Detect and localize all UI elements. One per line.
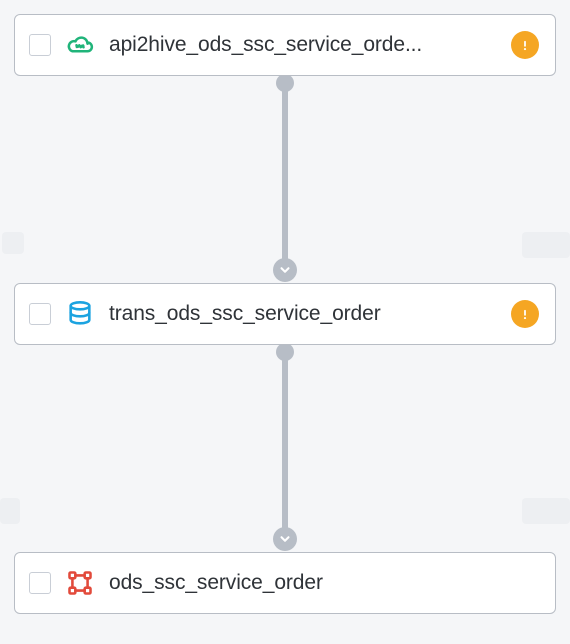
background-artifact (2, 232, 24, 254)
topology-icon (65, 568, 95, 598)
node-checkbox[interactable] (29, 34, 51, 56)
background-artifact (522, 498, 570, 524)
status-warning-badge (511, 300, 539, 328)
exclamation-icon (518, 307, 532, 321)
connector-arrow-down (273, 527, 297, 551)
status-warning-badge (511, 31, 539, 59)
node-checkbox[interactable] (29, 572, 51, 594)
background-artifact (0, 498, 20, 524)
background-artifact (522, 232, 570, 258)
dag-node-trans[interactable]: trans_ods_ssc_service_order (14, 283, 556, 345)
dag-node-api2hive[interactable]: api2hive_ods_ssc_service_orde... (14, 14, 556, 76)
database-icon (65, 299, 95, 329)
connector-line (282, 82, 288, 262)
chevron-down-icon (278, 532, 292, 546)
node-label: trans_ods_ssc_service_order (109, 302, 497, 326)
connector-arrow-down (273, 258, 297, 282)
node-label: ods_ssc_service_order (109, 571, 539, 595)
chevron-down-icon (278, 263, 292, 277)
node-label: api2hive_ods_ssc_service_orde... (109, 33, 497, 57)
exclamation-icon (518, 38, 532, 52)
cloud-sync-icon (65, 30, 95, 60)
dag-node-ods[interactable]: ods_ssc_service_order (14, 552, 556, 614)
node-checkbox[interactable] (29, 303, 51, 325)
connector-line (282, 351, 288, 531)
dag-canvas[interactable]: api2hive_ods_ssc_service_orde... trans_o… (0, 0, 570, 644)
